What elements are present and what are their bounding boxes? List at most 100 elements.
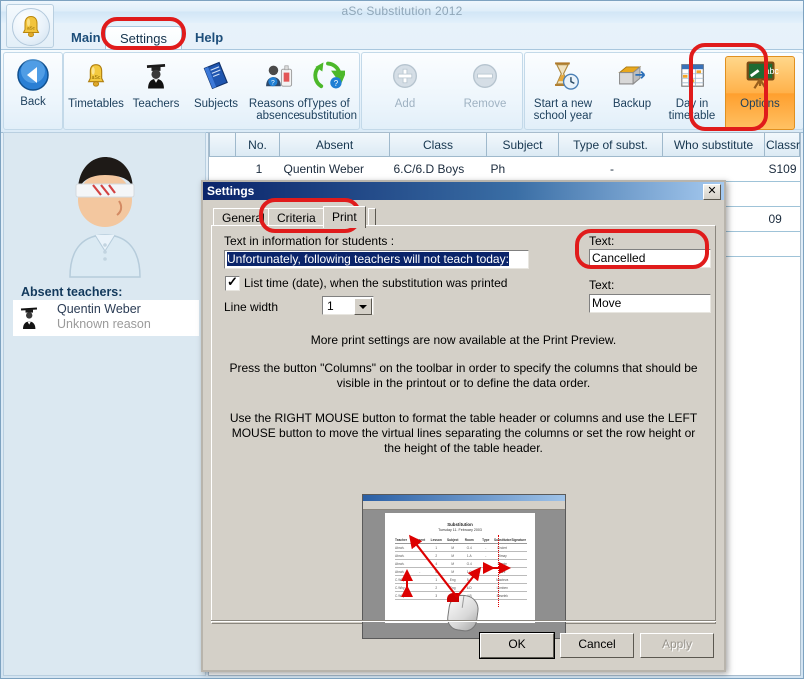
types-of-substitution-button[interactable]: ? Types of substitution (292, 57, 364, 127)
preview-col: Subject (446, 538, 459, 542)
window-title-bar: aSc Substitution 2012 (1, 1, 803, 23)
preview-col: Type (482, 538, 490, 542)
preview-table-row: Abrah. 1 M G.4 - Endert (395, 544, 527, 552)
line-width-value: 1 (327, 299, 334, 313)
preview-table-row: C.Why 2 Eng 6.D Lkmben (395, 584, 527, 592)
preview-window-toolbar (363, 501, 565, 510)
apply-button[interactable]: Apply (640, 633, 714, 658)
options-button-label: Options (740, 98, 780, 110)
info-text-label: Text in information for students : (224, 234, 395, 248)
remove-button[interactable]: Remove (454, 57, 516, 127)
list-time-checkbox[interactable]: ✓ (225, 275, 240, 291)
ribbon-toolbar: Back aSc Timetables Teachers Subjects ? … (1, 49, 803, 133)
preview-cell: M (451, 561, 455, 566)
print-preview-thumbnail[interactable]: Substitution Tuesday 11. February 2003 T… (362, 494, 566, 639)
preview-cell: 2 (435, 585, 438, 590)
grid-col-classroom[interactable]: Classroom (764, 133, 800, 157)
grid-col-absent[interactable]: Absent (279, 133, 390, 157)
grid-col-subject[interactable]: Subject (486, 133, 559, 157)
injured-teacher-avatar (45, 139, 165, 282)
backup-button[interactable]: Backup (601, 57, 663, 127)
move-text-input[interactable]: Move (589, 294, 711, 313)
preview-cell: Lkmben (496, 585, 508, 590)
tab-print[interactable]: Print (323, 206, 366, 228)
dialog-title: Settings (207, 184, 255, 198)
preview-cell: Endert (497, 545, 507, 550)
teachers-button-label: Teachers (132, 98, 180, 110)
ok-button[interactable]: OK (479, 632, 555, 659)
backup-icon (601, 59, 663, 97)
preview-cell: C.Why (395, 585, 405, 590)
line-width-label: Line width (224, 300, 279, 314)
preview-cell: G.4 (466, 561, 472, 566)
preview-cell: Abrah. (395, 561, 405, 566)
add-button[interactable]: Add (374, 57, 436, 127)
grid-col-type[interactable]: Type of subst. (558, 133, 663, 157)
close-icon[interactable]: ✕ (703, 184, 721, 200)
back-button-label: Back (20, 96, 46, 108)
preview-table-row: Abrah. 2 M 1.A - Himay (395, 552, 527, 560)
grid-col-sel[interactable] (209, 133, 236, 157)
grid-col-no[interactable]: No. (235, 133, 280, 157)
preview-cell: 6.D (466, 585, 472, 590)
ribbon-group-entities: aSc Timetables Teachers Subjects ? Reaso… (63, 52, 360, 130)
info-text-input[interactable]: Unfortunately, following teachers will n… (224, 250, 529, 269)
preview-cell: Abrah. (395, 569, 405, 574)
mouse-left-button-highlight (447, 593, 459, 602)
absent-teacher-reason: Unknown reason (57, 317, 151, 331)
day-in-timetable-button[interactable]: Day in timetable (661, 57, 723, 127)
svg-text:?: ? (334, 79, 339, 88)
preview-cell: Abrah. (395, 545, 405, 550)
absent-teacher-name: Quentin Weber (57, 302, 141, 316)
start-new-school-year-button[interactable]: Start a new school year (529, 57, 597, 127)
preview-cell: 1 (435, 545, 438, 550)
line-width-select[interactable]: 1 (322, 296, 374, 315)
timetables-button[interactable]: aSc Timetables (65, 57, 127, 127)
preview-heading: Substitution (447, 522, 473, 527)
cell-no: 1 (235, 156, 280, 182)
grid-col-who[interactable]: Who substitute (662, 133, 765, 157)
cell-classroom: 09 (764, 206, 800, 232)
preview-col: Lesson (430, 538, 442, 542)
preview-cell: 6 (435, 569, 438, 574)
svg-text:abc: abc (764, 66, 779, 76)
cancelled-text-input[interactable]: Cancelled (589, 249, 711, 268)
bell-icon: aSc (65, 59, 127, 97)
preview-cell: 3 (435, 593, 438, 598)
back-button[interactable]: Back (2, 55, 64, 125)
preview-cell: Beselek (496, 593, 508, 598)
preview-col: Room (464, 538, 474, 542)
subjects-button[interactable]: Subjects (185, 57, 247, 127)
ribbon-group-edit: Add Remove (361, 52, 523, 130)
cell-subject: Ph (486, 156, 559, 182)
options-button[interactable]: abc Options (725, 56, 795, 130)
paragraph-mouse: Use the RIGHT MOUSE button to format the… (229, 411, 698, 455)
preview-cell: Jure (499, 569, 506, 574)
recycle-icon: ? (292, 59, 364, 97)
cell-classroom (764, 181, 800, 207)
types-of-substitution-label: Types of substitution (298, 98, 358, 122)
dialog-title-bar: Settings (203, 182, 724, 200)
preview-cell: M (451, 545, 455, 550)
preview-page: Substitution Tuesday 11. February 2003 T… (385, 513, 535, 633)
cell-classroom (764, 231, 800, 257)
table-row[interactable]: 1 Quentin Weber 6.C/6.D Boys Ph - S109 (209, 156, 800, 182)
preview-cell: 1.C (466, 569, 472, 574)
teachers-button[interactable]: Teachers (125, 57, 187, 127)
preview-col: Teacher (395, 538, 407, 542)
list-item[interactable]: Quentin Weber Unknown reason (13, 300, 199, 336)
text2-label: Text: (589, 278, 615, 292)
menu-tab-help[interactable]: Help (181, 26, 237, 51)
hourglass-icon (529, 59, 597, 97)
book-icon (185, 59, 247, 97)
cell-absent: Quentin Weber (279, 156, 390, 182)
preview-cell: 1.A (466, 553, 472, 558)
cancel-button[interactable]: Cancel (560, 633, 634, 658)
settings-dialog: Settings ✕ General Criteria Print Text i… (201, 180, 726, 672)
preview-cell: Burnie (497, 561, 507, 566)
chevron-down-icon[interactable] (354, 298, 372, 315)
grid-col-class[interactable]: Class (389, 133, 487, 157)
plus-icon (374, 59, 436, 97)
preview-cell: Eng (449, 577, 456, 582)
dialog-body: Text in information for students : Unfor… (211, 225, 716, 639)
